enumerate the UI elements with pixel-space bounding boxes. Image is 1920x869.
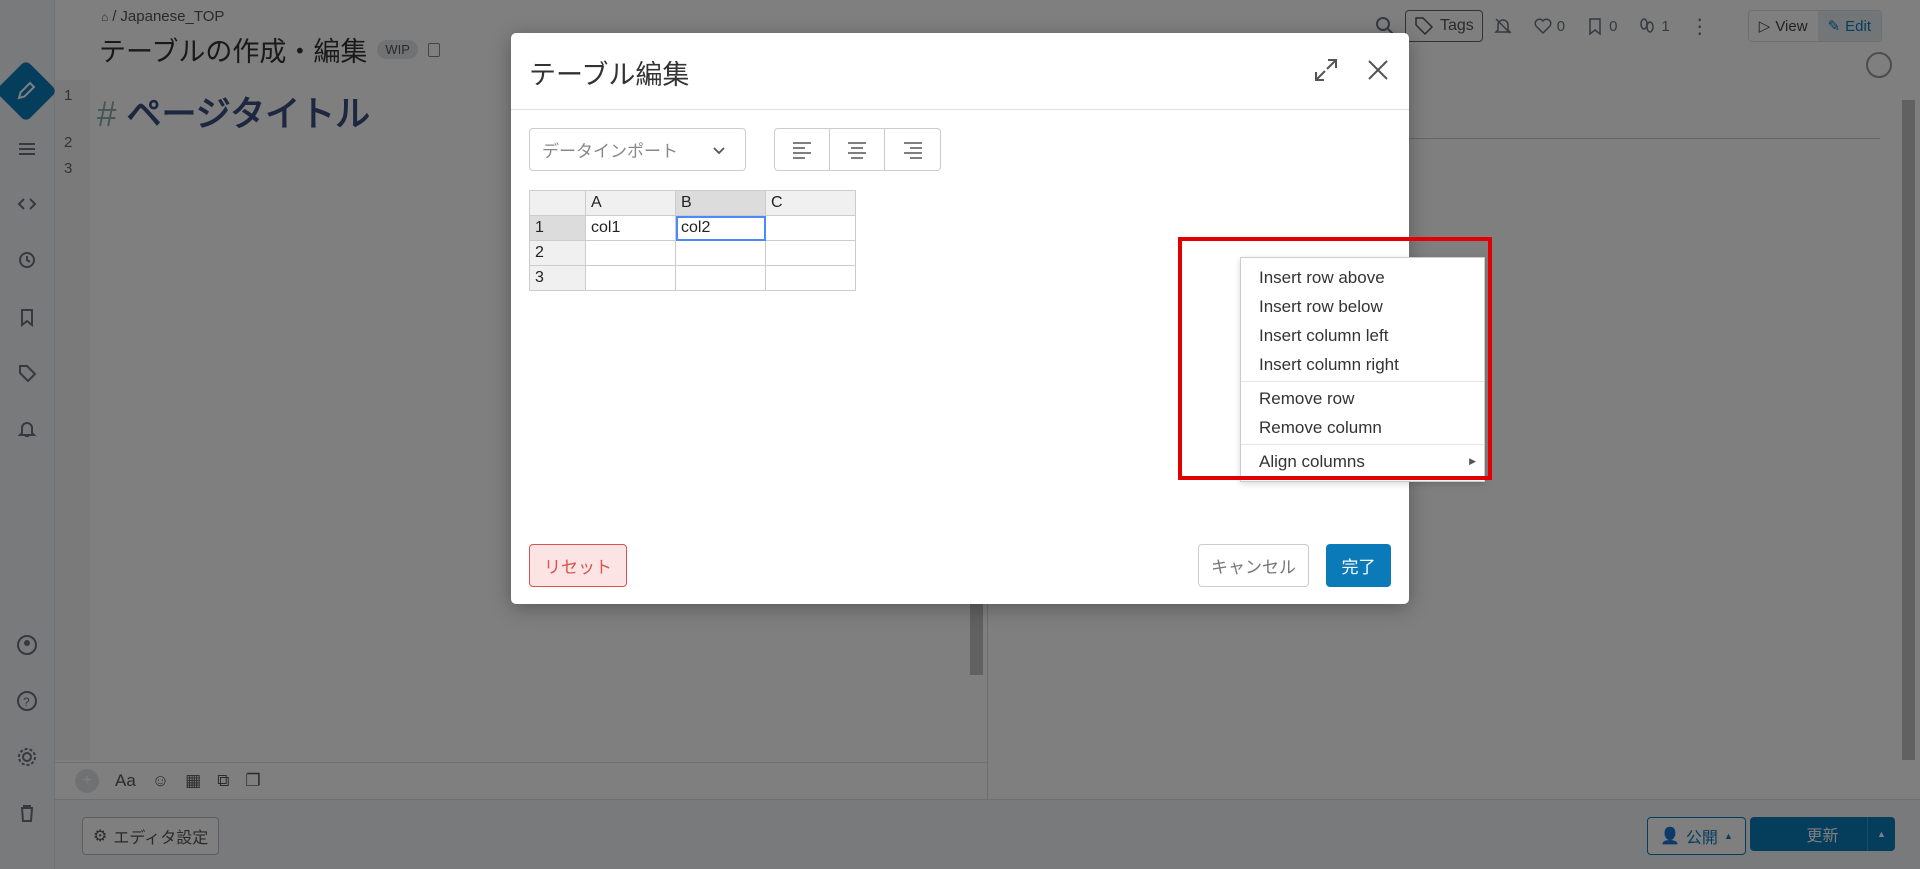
align-button-group	[774, 128, 941, 171]
close-icon[interactable]	[1365, 57, 1391, 83]
grid-cell[interactable]	[765, 265, 856, 291]
row-header[interactable]: 2	[529, 240, 586, 266]
align-left-icon	[793, 141, 811, 159]
expand-icon[interactable]	[1313, 57, 1339, 83]
annotation-highlight-box	[1178, 237, 1492, 480]
column-header[interactable]: B	[675, 190, 766, 216]
chevron-down-icon	[713, 147, 725, 155]
spreadsheet-grid: A B C 1 col1 col2 2 3	[529, 190, 856, 291]
modal-title: テーブル編集	[529, 60, 690, 90]
align-right-icon	[903, 141, 922, 159]
grid-cell[interactable]	[675, 265, 766, 291]
align-left-button[interactable]	[775, 129, 830, 170]
cancel-button[interactable]: キャンセル	[1198, 544, 1309, 587]
grid-cell[interactable]	[585, 265, 676, 291]
row-header[interactable]: 1	[529, 215, 586, 241]
grid-cell[interactable]	[765, 215, 856, 241]
align-center-icon	[848, 141, 866, 159]
column-header[interactable]: A	[585, 190, 676, 216]
column-header[interactable]: C	[765, 190, 856, 216]
row-header[interactable]: 3	[529, 265, 586, 291]
grid-cell[interactable]	[765, 240, 856, 266]
done-button[interactable]: 完了	[1326, 544, 1391, 587]
grid-cell[interactable]: col2	[675, 215, 766, 241]
grid-cell[interactable]	[675, 240, 766, 266]
align-right-button[interactable]	[885, 129, 940, 170]
data-import-dropdown[interactable]: データインポート	[529, 128, 746, 171]
align-center-button[interactable]	[830, 129, 885, 170]
grid-corner[interactable]	[529, 190, 586, 216]
grid-cell[interactable]	[585, 240, 676, 266]
grid-cell[interactable]: col1	[585, 215, 676, 241]
table-edit-modal: テーブル編集 データインポート A B C 1 col1 col2 2 3 In…	[511, 33, 1492, 604]
reset-button[interactable]: リセット	[529, 544, 627, 587]
data-import-label: データインポート	[542, 142, 678, 161]
modal-header: テーブル編集	[511, 33, 1409, 110]
